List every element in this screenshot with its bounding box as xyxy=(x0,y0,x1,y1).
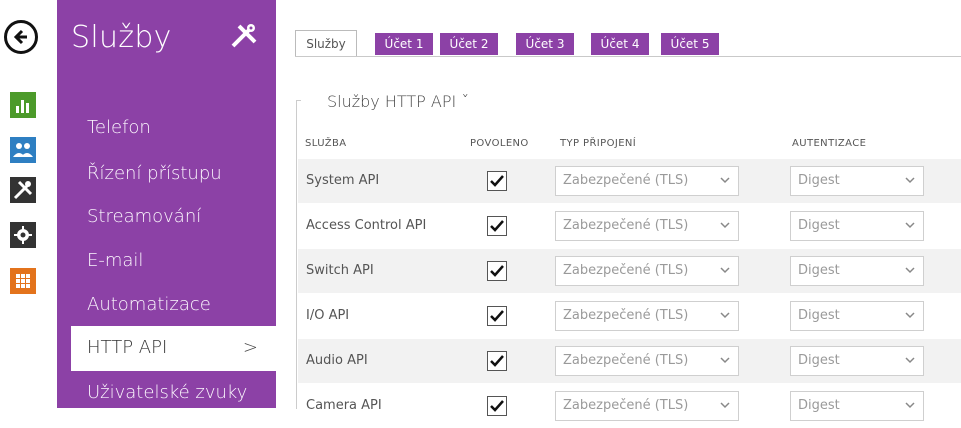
check-icon xyxy=(490,355,504,367)
enabled-checkbox[interactable] xyxy=(487,261,507,281)
auth-select[interactable]: Digest xyxy=(790,256,924,286)
tools-icon xyxy=(229,22,261,54)
tab-account-5[interactable]: Účet 5 xyxy=(661,33,719,55)
tab-services[interactable]: Služby xyxy=(295,30,357,57)
menu-title: Služby xyxy=(71,20,172,55)
arrow-left-icon xyxy=(13,29,27,45)
column-header-enabled: POVOLENO xyxy=(470,138,529,149)
service-name: I/O API xyxy=(306,308,350,323)
service-name: Camera API xyxy=(306,398,382,413)
status-nav-button[interactable] xyxy=(10,92,36,118)
chevron-down-icon xyxy=(905,222,915,229)
enabled-checkbox[interactable] xyxy=(487,351,507,371)
menu-item-telefon[interactable]: Telefon xyxy=(87,117,151,138)
chevron-down-icon xyxy=(905,177,915,184)
check-icon xyxy=(490,265,504,277)
chevron-down-icon xyxy=(905,357,915,364)
auth-select[interactable]: Digest xyxy=(790,211,924,241)
connection-type-select[interactable]: Zabezpečené (TLS) xyxy=(555,166,739,196)
auth-select[interactable]: Digest xyxy=(790,166,924,196)
chevron-down-icon xyxy=(720,177,730,184)
tab-account-4[interactable]: Účet 4 xyxy=(591,33,649,55)
check-icon xyxy=(490,175,504,187)
tools-icon xyxy=(13,180,33,200)
enabled-checkbox[interactable] xyxy=(487,306,507,326)
check-icon xyxy=(490,220,504,232)
menu-item-email[interactable]: E-mail xyxy=(87,250,143,271)
services-menu: Služby Telefon Řízení přístupu Streamová… xyxy=(57,0,276,408)
connection-type-select[interactable]: Zabezpečené (TLS) xyxy=(555,391,739,421)
chevron-down-icon xyxy=(720,222,730,229)
auth-select[interactable]: Digest xyxy=(790,346,924,376)
section-title[interactable]: Služby HTTP API ˇ xyxy=(327,92,469,111)
enabled-checkbox[interactable] xyxy=(487,171,507,191)
directory-nav-button[interactable] xyxy=(10,137,36,163)
service-name: Switch API xyxy=(306,263,374,278)
icon-rail xyxy=(0,0,44,408)
chevron-right-icon: > xyxy=(242,337,258,358)
table-row: I/O API Zabezpečené (TLS) Digest xyxy=(298,294,961,338)
enabled-checkbox[interactable] xyxy=(487,396,507,416)
connection-type-select[interactable]: Zabezpečené (TLS) xyxy=(555,256,739,286)
service-name: System API xyxy=(306,173,380,188)
services-nav-button[interactable] xyxy=(10,177,36,203)
auth-select[interactable]: Digest xyxy=(790,301,924,331)
enabled-checkbox[interactable] xyxy=(487,216,507,236)
menu-item-label: HTTP API xyxy=(87,337,168,358)
system-nav-button[interactable] xyxy=(10,222,36,248)
chevron-down-icon xyxy=(905,312,915,319)
connection-type-select[interactable]: Zabezpečené (TLS) xyxy=(555,211,739,241)
connection-type-select[interactable]: Zabezpečené (TLS) xyxy=(555,301,739,331)
grid-icon xyxy=(16,274,30,288)
column-header-connection: TYP PŘIPOJENÍ xyxy=(560,138,637,149)
menu-item-automation[interactable]: Automatizace xyxy=(87,294,211,315)
back-button[interactable] xyxy=(4,20,38,54)
auth-select[interactable]: Digest xyxy=(790,391,924,421)
table-row: Switch API Zabezpečené (TLS) Digest xyxy=(298,249,961,293)
check-icon xyxy=(490,310,504,322)
tab-account-1[interactable]: Účet 1 xyxy=(375,33,433,55)
service-name: Audio API xyxy=(306,353,368,368)
column-header-service: SLUŽBA xyxy=(305,138,347,149)
chevron-down-icon xyxy=(720,312,730,319)
tab-account-2[interactable]: Účet 2 xyxy=(440,33,498,55)
menu-item-access-control[interactable]: Řízení přístupu xyxy=(87,163,222,184)
menu-item-user-sounds[interactable]: Uživatelské zvuky xyxy=(87,382,247,403)
tab-account-3[interactable]: Účet 3 xyxy=(516,33,574,55)
table-row: Camera API Zabezpečené (TLS) Digest xyxy=(298,384,961,428)
menu-item-streaming[interactable]: Streamování xyxy=(87,206,201,227)
gear-icon xyxy=(14,226,32,244)
menu-item-http-api[interactable]: HTTP API > xyxy=(71,326,276,371)
check-icon xyxy=(490,400,504,412)
connection-type-select[interactable]: Zabezpečené (TLS) xyxy=(555,346,739,376)
chevron-down-icon xyxy=(720,267,730,274)
tab-divider xyxy=(295,56,961,57)
bar-chart-icon xyxy=(16,100,29,113)
chevron-down-icon xyxy=(720,357,730,364)
users-icon xyxy=(13,143,33,157)
apps-nav-button[interactable] xyxy=(10,268,36,294)
table-row: Access Control API Zabezpečené (TLS) Dig… xyxy=(298,204,961,248)
service-name: Access Control API xyxy=(306,218,427,233)
column-header-auth: AUTENTIZACE xyxy=(792,138,867,149)
chevron-down-icon xyxy=(905,267,915,274)
table-row: Audio API Zabezpečené (TLS) Digest xyxy=(298,339,961,383)
table-row: System API Zabezpečené (TLS) Digest xyxy=(298,159,961,203)
